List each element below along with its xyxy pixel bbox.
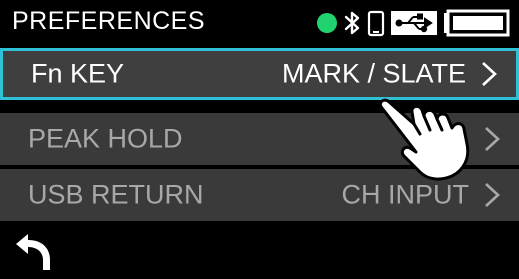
chevron-right-icon [481, 124, 503, 154]
header-bar: PREFERENCES [0, 0, 519, 46]
battery-icon [444, 9, 510, 37]
back-button[interactable] [12, 230, 60, 274]
status-led-icon [317, 13, 337, 33]
menu-item-value: MARK / SLATE [281, 58, 466, 89]
menu-item-label: Fn KEY [31, 58, 125, 89]
phone-icon [367, 10, 385, 37]
menu-item-label: USB RETURN [28, 179, 204, 210]
status-icons [313, 8, 511, 38]
chevron-right-icon [481, 180, 503, 210]
chevron-right-icon [478, 59, 500, 89]
bluetooth-icon [344, 11, 360, 35]
usb-icon [391, 11, 437, 35]
hand-pointer-icon [368, 86, 478, 186]
device-screen: PREFERENCES Fn KEY MARK / SLATE PEAK HOL… [0, 0, 519, 277]
menu-item-label: PEAK HOLD [28, 123, 183, 154]
page-title: PREFERENCES [12, 7, 206, 35]
back-arrow-icon [16, 234, 50, 270]
footer-bar [0, 224, 519, 277]
